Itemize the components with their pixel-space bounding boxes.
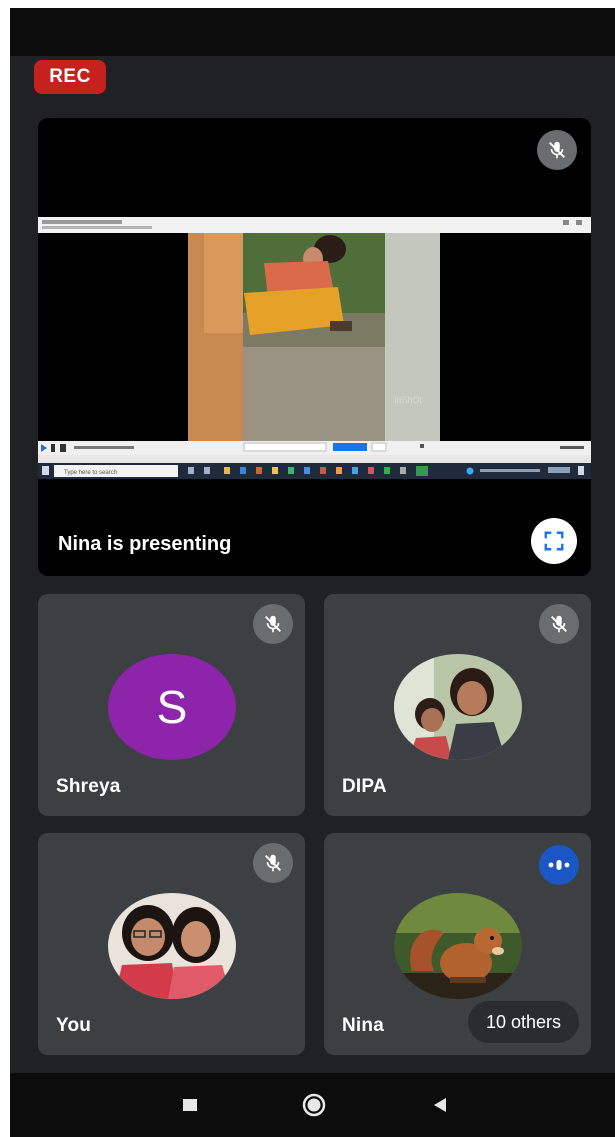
participant-name: Shreya [56, 776, 121, 797]
home-button[interactable] [294, 1085, 334, 1125]
presenter-label: Nina is presenting [58, 533, 232, 555]
fullscreen-button[interactable] [531, 518, 577, 564]
status-bar [10, 8, 615, 56]
mic-off-icon [253, 604, 293, 644]
recents-button[interactable] [170, 1085, 210, 1125]
mic-off-icon [253, 843, 293, 883]
system-navigation-bar [10, 1073, 615, 1137]
meeting-screen: REC InShOt Type here to search Nina is p… [10, 8, 615, 1137]
avatar [394, 654, 522, 760]
taskbar-search-placeholder: Type here to search [64, 470, 117, 476]
video-watermark: InShOt [394, 395, 423, 405]
fullscreen-icon [544, 531, 564, 551]
back-button[interactable] [420, 1085, 460, 1125]
presentation-tile[interactable]: InShOt Type here to search Nina is prese… [38, 118, 591, 576]
audio-level-icon [539, 845, 579, 885]
avatar [108, 893, 236, 999]
recording-badge: REC [34, 60, 106, 94]
triangle-back-icon [434, 1098, 446, 1112]
mic-off-icon [539, 604, 579, 644]
participant-name: DIPA [342, 776, 387, 797]
participant-tile-nina[interactable]: Nina 10 others [324, 833, 591, 1055]
avatar [394, 893, 522, 999]
shared-screen-capture: InShOt Type here to search [38, 217, 591, 479]
participant-tile-shreya[interactable]: S Shreya [38, 594, 305, 816]
participant-tile-you[interactable]: You [38, 833, 305, 1055]
participant-name: Nina [342, 1015, 384, 1036]
mic-off-icon [537, 130, 577, 170]
participant-name: You [56, 1015, 92, 1036]
others-count-chip[interactable]: 10 others [467, 1001, 579, 1043]
circle-icon [302, 1093, 326, 1117]
avatar: S [108, 654, 236, 760]
participant-tile-dipa[interactable]: DIPA [324, 594, 591, 816]
square-icon [183, 1099, 197, 1111]
